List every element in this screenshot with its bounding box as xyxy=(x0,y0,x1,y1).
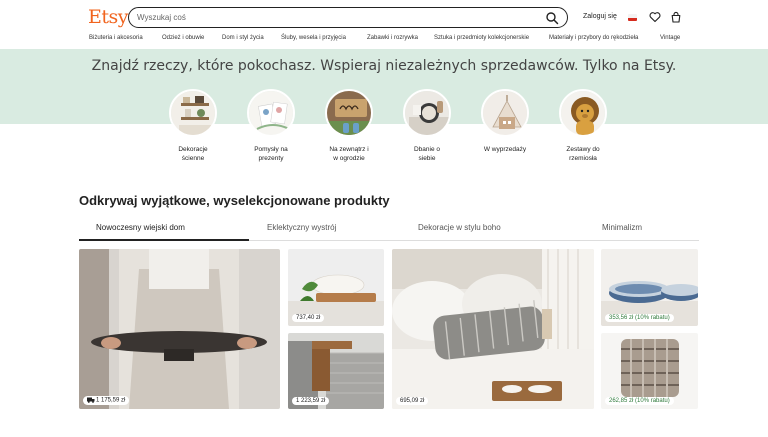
active-tab-indicator xyxy=(79,239,249,241)
category-image xyxy=(559,89,607,137)
nav-item-craft[interactable]: Materiały i przybory do rękodzieła xyxy=(549,35,638,41)
category-label: Dbanie o siebie xyxy=(413,146,441,162)
category-on-sale[interactable]: W wyprzedaży xyxy=(470,89,540,154)
category-image xyxy=(169,89,217,137)
search-icon[interactable] xyxy=(545,11,559,25)
search-input[interactable] xyxy=(137,11,527,24)
nav-item-art[interactable]: Sztuka i przedmioty kolekcjonerskie xyxy=(434,35,529,41)
tab-minimalism[interactable]: Minimalizm xyxy=(602,223,642,232)
poland-flag-icon[interactable] xyxy=(628,14,637,21)
shopping-bag-icon[interactable] xyxy=(670,11,682,23)
delivery-truck-icon xyxy=(87,397,95,404)
nav-item-jewelry[interactable]: Biżuteria i akcesoria xyxy=(89,35,143,41)
category-image xyxy=(481,89,529,137)
category-gift-ideas[interactable]: Pomysły na prezenty xyxy=(236,89,306,163)
style-tabs: Nowoczesny wiejski dom Eklektyczny wystr… xyxy=(79,220,699,241)
search-bar[interactable] xyxy=(128,7,568,28)
price-tag: 1 223,59 zł xyxy=(292,397,330,405)
tab-modern-farmhouse[interactable]: Nowoczesny wiejski dom xyxy=(96,223,185,232)
category-image xyxy=(403,89,451,137)
category-wall-decor[interactable]: Dekoracje ścienne xyxy=(158,89,228,163)
price-tag-sale: 262,85 zł (10% rabatu) xyxy=(605,397,674,405)
product-card[interactable]: 737,40 zł xyxy=(288,249,384,326)
hero-headline: Znajdź rzeczy, które pokochasz. Wspieraj… xyxy=(91,58,677,74)
nav-item-weddings[interactable]: Śluby, wesela i przyjęcia xyxy=(281,35,346,41)
etsy-logo[interactable]: Etsy xyxy=(88,6,129,28)
product-card[interactable]: 695,09 zł xyxy=(392,249,594,409)
category-label: Dekoracje ścienne xyxy=(178,146,208,162)
category-label: Zestawy do rzemiosła xyxy=(566,146,600,162)
nav-item-vintage[interactable]: Vintage xyxy=(660,35,680,41)
hero-banner: Znajdź rzeczy, które pokochasz. Wspieraj… xyxy=(0,49,768,124)
product-card[interactable]: 353,56 zł (10% rabatu) xyxy=(601,249,698,326)
tab-boho[interactable]: Dekoracje w stylu boho xyxy=(418,223,501,232)
category-image xyxy=(247,89,295,137)
product-image xyxy=(392,249,594,409)
price-tag: 737,40 zł xyxy=(292,314,325,322)
section-title: Odkrywaj wyjątkowe, wyselekcjonowane pro… xyxy=(79,193,390,208)
price-tag-sale: 353,56 zł (10% rabatu) xyxy=(605,314,674,322)
category-self-care[interactable]: Dbanie o siebie xyxy=(392,89,462,163)
product-card[interactable]: 262,85 zł (10% rabatu) xyxy=(601,333,698,409)
category-nav: Biżuteria i akcesoria Odzież i obuwie Do… xyxy=(0,35,768,47)
nav-item-toys[interactable]: Zabawki i rozrywka xyxy=(367,35,418,41)
signin-link[interactable]: Zaloguj się xyxy=(583,13,617,20)
category-label: Na zewnątrz iw ogrodzie xyxy=(329,146,369,162)
product-image xyxy=(79,249,280,409)
tab-eclectic[interactable]: Eklektyczny wystrój xyxy=(267,223,336,232)
product-card[interactable]: 1 223,59 zł xyxy=(288,333,384,409)
product-card[interactable]: 1 175,59 zł xyxy=(79,249,280,409)
category-image xyxy=(325,89,373,137)
category-label: Pomysły na prezenty xyxy=(254,146,288,162)
nav-item-home[interactable]: Dom i styl życia xyxy=(222,35,264,41)
price-tag: 695,09 zł xyxy=(396,397,429,405)
nav-item-clothing[interactable]: Odzież i obuwie xyxy=(162,35,204,41)
heart-icon[interactable] xyxy=(649,11,661,23)
price-tag: 1 175,59 zł xyxy=(83,396,130,405)
category-craft-kits[interactable]: Zestawy do rzemiosła xyxy=(548,89,618,163)
category-outdoor-garden[interactable]: Na zewnątrz iw ogrodzie xyxy=(314,89,384,163)
site-header: Etsy Zaloguj się xyxy=(0,0,768,34)
category-label: W wyprzedaży xyxy=(483,146,527,153)
